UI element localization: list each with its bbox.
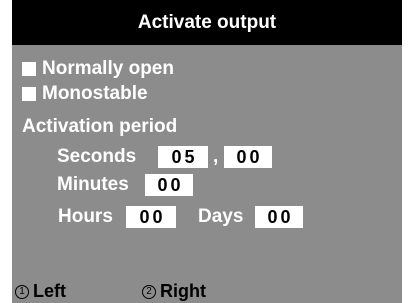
- right-softkey-label: Right: [160, 281, 206, 301]
- hours-value: 00: [139, 206, 166, 227]
- normally-open-checkbox[interactable]: [22, 62, 36, 76]
- screen-title: Activate output: [12, 0, 402, 45]
- normally-open-option[interactable]: Normally open: [22, 58, 174, 80]
- minutes-value: 00: [157, 174, 184, 195]
- activation-period-label: Activation period: [22, 116, 178, 137]
- softkey-bar: 1 Left 2 Right: [12, 278, 402, 303]
- seconds-whole-field[interactable]: 05: [158, 146, 208, 168]
- seconds-whole-value: 05: [171, 146, 198, 167]
- left-softkey-label: Left: [33, 281, 66, 301]
- days-label: Days: [198, 206, 244, 227]
- minutes-label: Minutes: [57, 174, 129, 195]
- left-softkey[interactable]: 1 Left: [15, 281, 66, 302]
- seconds-label: Seconds: [57, 146, 137, 167]
- right-softkey[interactable]: 2 Right: [142, 281, 206, 302]
- days-value: 00: [267, 206, 294, 227]
- key-2-icon: 2: [142, 284, 156, 299]
- normally-open-label: Normally open: [42, 58, 174, 79]
- seconds-separator: ,: [213, 146, 219, 167]
- monostable-checkbox[interactable]: [22, 87, 36, 101]
- seconds-fraction-field[interactable]: 00: [224, 146, 272, 168]
- device-screen: Activate output Normally open Monostable…: [12, 0, 402, 303]
- seconds-fraction-value: 00: [236, 146, 263, 167]
- key-1-icon: 1: [15, 284, 29, 299]
- hours-field[interactable]: 00: [126, 206, 176, 228]
- settings-panel: Normally open Monostable Activation peri…: [12, 45, 402, 278]
- monostable-label: Monostable: [42, 83, 148, 104]
- days-field[interactable]: 00: [255, 206, 303, 228]
- minutes-field[interactable]: 00: [145, 174, 193, 196]
- hours-label: Hours: [58, 206, 113, 227]
- monostable-option[interactable]: Monostable: [22, 83, 148, 105]
